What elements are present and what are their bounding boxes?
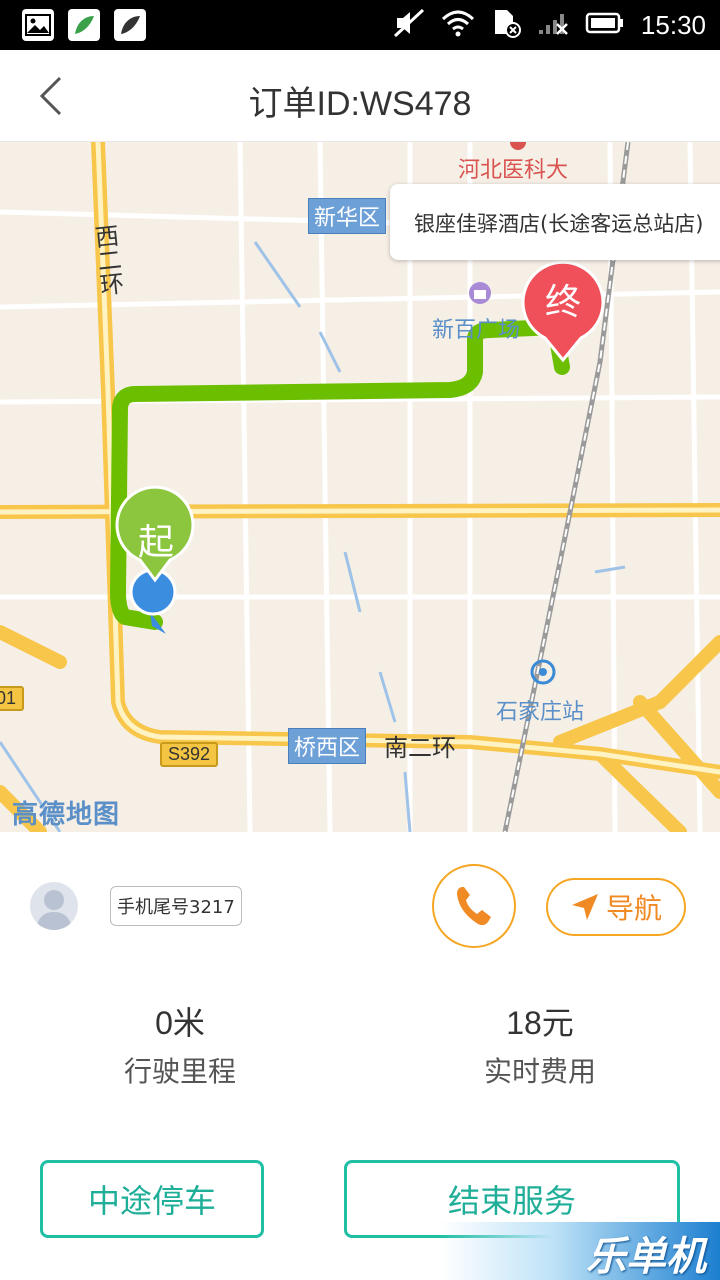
system-icons: 15:30 <box>393 8 706 42</box>
call-button[interactable] <box>432 864 516 948</box>
status-bar: 15:30 <box>0 0 720 50</box>
poi-shijiazhuang-station: 石家庄站 <box>496 700 585 725</box>
destination-callout: 银座佳驿酒店(长途客运总站店) <box>390 184 720 260</box>
end-marker: 终 <box>521 260 605 363</box>
phone-icon <box>457 887 491 926</box>
route-shield-edge: 01 <box>0 686 25 711</box>
avatar <box>30 882 78 930</box>
app-icon <box>68 9 100 41</box>
signal-icon <box>537 10 569 40</box>
fare-value: 18元 <box>506 1005 574 1041</box>
navigate-button[interactable]: 导航 <box>546 878 686 936</box>
stop-midway-button[interactable]: 中途停车 <box>40 1160 264 1238</box>
route-map[interactable]: 起 终 河北医科大 新华区 西二环 新百广场 银座佳驿酒店(长途客运总站店) 石… <box>0 142 720 832</box>
app-header: 订单ID:WS478 <box>0 50 720 142</box>
sim-icon <box>491 8 521 42</box>
poi-hebei-medical-university: 河北医科大 <box>458 158 569 183</box>
watermark-text: 乐单机 <box>586 1234 706 1280</box>
distance-label: 行驶里程 <box>123 1055 236 1088</box>
gallery-icon <box>22 9 54 41</box>
fare-stat: 18元 实时费用 <box>410 998 670 1090</box>
battery-icon <box>585 12 625 38</box>
notification-icons <box>22 9 146 41</box>
clock: 15:30 <box>640 9 706 40</box>
start-marker-label: 起 <box>138 522 174 563</box>
phone-tail-badge: 手机尾号3217 <box>110 886 242 926</box>
fare-label: 实时费用 <box>483 1055 596 1088</box>
district-xinhua: 新华区 <box>308 198 387 234</box>
road-label-xierhuan: 西二环 <box>89 222 125 298</box>
hospital-icon <box>510 142 526 150</box>
route-shield-s392: S392 <box>160 742 219 767</box>
mute-icon <box>393 8 425 42</box>
page-title: 订单ID:WS478 <box>248 85 472 123</box>
app-icon <box>114 9 146 41</box>
navigation-arrow-icon <box>571 894 598 920</box>
distance-value: 0米 <box>155 1005 205 1041</box>
end-marker-label: 终 <box>545 282 581 323</box>
wifi-icon <box>441 9 475 41</box>
road-label-nanerhuan: 南二环 <box>384 734 456 762</box>
shopping-icon <box>469 282 491 304</box>
map-provider-logo: 高德地图 <box>12 800 121 830</box>
district-qiaoxi: 桥西区 <box>288 728 367 764</box>
distance-stat: 0米 行驶里程 <box>50 998 310 1090</box>
navigate-label: 导航 <box>605 892 662 925</box>
watermark: 乐单机 <box>440 1222 720 1280</box>
start-marker: 起 <box>115 485 195 583</box>
poi-xinbai-plaza: 新百广场 <box>432 318 521 343</box>
